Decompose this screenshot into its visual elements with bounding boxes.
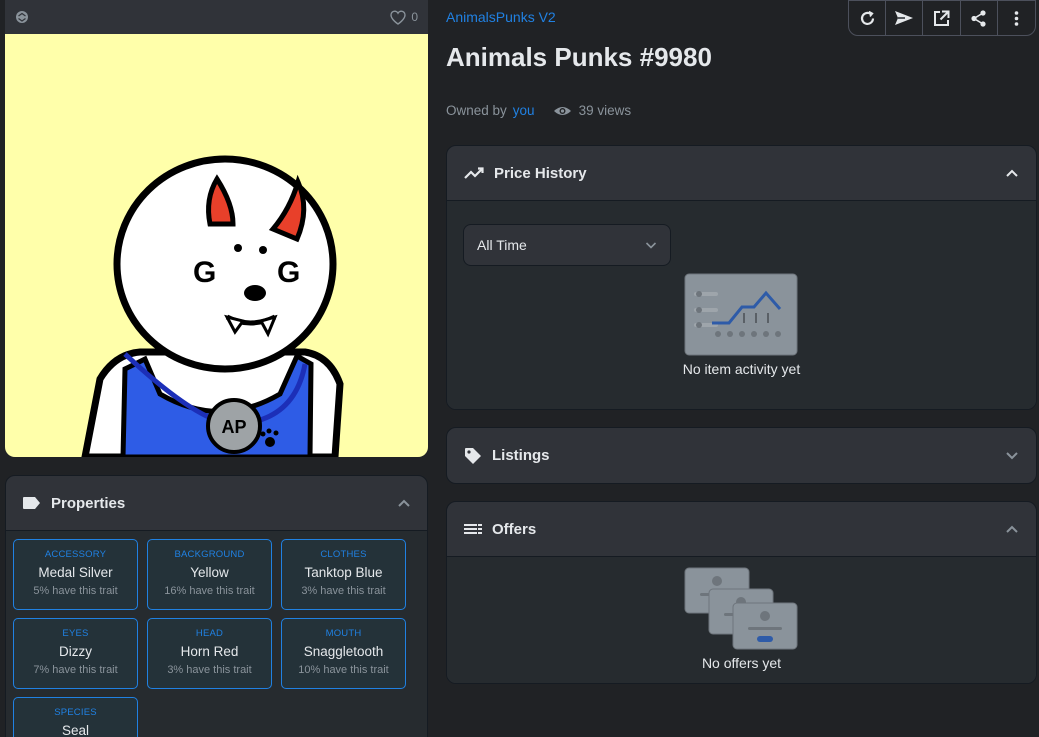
open-external-button[interactable]	[923, 1, 961, 35]
share-icon	[971, 9, 986, 27]
nft-artwork[interactable]: G G AP	[5, 34, 428, 457]
trait-card-accessory[interactable]: ACCESSORY Medal Silver 5% have this trait	[13, 539, 138, 610]
send-icon	[895, 11, 914, 25]
view-count: 39 views	[553, 103, 632, 118]
time-range-select[interactable]: All Time	[463, 224, 671, 266]
item-toolbar	[848, 0, 1036, 36]
favorite-button[interactable]: 0	[390, 9, 418, 25]
trait-value: Yellow	[190, 565, 229, 580]
collection-link[interactable]: AnimalsPunks V2	[446, 9, 556, 25]
chevron-up-icon[interactable]	[397, 499, 411, 508]
offers-header[interactable]: Offers	[447, 502, 1036, 556]
share-button[interactable]	[961, 1, 998, 35]
transfer-button[interactable]	[886, 1, 924, 35]
refresh-button[interactable]	[849, 1, 887, 35]
offers-title: Offers	[492, 520, 537, 538]
price-history-panel: Price History All Time No item activity …	[446, 145, 1037, 410]
offers-body: No offers yet	[447, 556, 1036, 683]
trait-rarity: 7% have this trait	[33, 664, 118, 676]
owner-link[interactable]: you	[513, 103, 535, 118]
offers-panel: Offers No offers yet	[446, 501, 1037, 684]
price-history-body: All Time No item activity yet	[447, 200, 1036, 409]
trait-type: SPECIES	[54, 707, 97, 718]
listings-title: Listings	[492, 447, 550, 464]
polygon-chain-icon[interactable]	[15, 10, 29, 24]
properties-title: Properties	[51, 494, 126, 512]
trait-rarity: 3% have this trait	[301, 585, 386, 597]
trait-rarity: 3% have this trait	[167, 664, 252, 676]
empty-offers-illustration	[684, 567, 798, 650]
chevron-up-icon[interactable]	[1005, 169, 1019, 178]
external-link-icon	[934, 10, 950, 26]
empty-chart-illustration	[684, 273, 798, 356]
chevron-down-icon[interactable]	[1005, 451, 1019, 460]
trait-card-head[interactable]: HEAD Horn Red 3% have this trait	[147, 618, 272, 689]
trait-type: ACCESSORY	[44, 549, 107, 560]
list-icon	[464, 524, 482, 534]
trait-value: Tanktop Blue	[304, 565, 383, 580]
refresh-icon	[860, 10, 874, 25]
trait-type: MOUTH	[325, 628, 362, 639]
trait-rarity: 10% have this trait	[298, 664, 389, 676]
favorite-count: 0	[411, 10, 418, 24]
trait-value: Horn Red	[180, 644, 239, 659]
offers-empty-text: No offers yet	[701, 655, 782, 671]
more-icon	[1014, 10, 1019, 26]
medal-text: AP	[221, 417, 246, 437]
owner-row: Owned by you 39 views	[446, 103, 631, 118]
trait-card-eyes[interactable]: EYES Dizzy 7% have this trait	[13, 618, 138, 689]
time-range-value: All Time	[477, 237, 527, 253]
trending-icon	[464, 167, 484, 179]
owned-by-label: Owned by	[446, 103, 507, 118]
chevron-up-icon[interactable]	[1005, 525, 1019, 534]
listings-header[interactable]: Listings	[447, 428, 1036, 483]
trait-value: Dizzy	[59, 644, 92, 659]
trait-card-clothes[interactable]: CLOTHES Tanktop Blue 3% have this trait	[281, 539, 406, 610]
image-card-header: 0	[5, 0, 428, 34]
svg-text:G: G	[193, 256, 216, 289]
trait-card-mouth[interactable]: MOUTH Snaggletooth 10% have this trait	[281, 618, 406, 689]
listings-panel: Listings	[446, 427, 1037, 484]
views-text: 39 views	[578, 103, 632, 118]
eye-icon	[553, 106, 571, 115]
svg-text:G: G	[277, 256, 300, 289]
trait-rarity: 5% have this trait	[33, 585, 118, 597]
trait-card-species[interactable]: SPECIES Seal	[13, 697, 138, 737]
nft-image-card: 0 G G AP	[5, 0, 428, 457]
trait-type: HEAD	[195, 628, 224, 639]
tag-icon	[465, 447, 481, 464]
price-history-header[interactable]: Price History	[447, 146, 1036, 200]
trait-type: BACKGROUND	[174, 549, 245, 560]
trait-value: Snaggletooth	[303, 644, 384, 659]
properties-header[interactable]: Properties	[6, 476, 427, 531]
properties-panel: Properties ACCESSORY Medal Silver 5% have …	[5, 475, 428, 737]
trait-type: CLOTHES	[320, 549, 367, 560]
price-history-empty-text: No item activity yet	[682, 361, 801, 377]
more-options-button[interactable]	[998, 1, 1035, 35]
heart-icon	[390, 9, 407, 25]
price-history-title: Price History	[494, 164, 587, 182]
label-icon	[23, 497, 40, 509]
traits-grid: ACCESSORY Medal Silver 5% have this trait B…	[6, 531, 427, 737]
item-title: Animals Punks #9980	[446, 42, 712, 72]
trait-rarity: 16% have this trait	[164, 585, 255, 597]
trait-value: Seal	[61, 723, 90, 737]
trait-value: Medal Silver	[38, 565, 113, 580]
trait-type: EYES	[62, 628, 89, 639]
trait-card-background[interactable]: BACKGROUND Yellow 16% have this trait	[147, 539, 272, 610]
chevron-down-icon	[645, 242, 657, 249]
